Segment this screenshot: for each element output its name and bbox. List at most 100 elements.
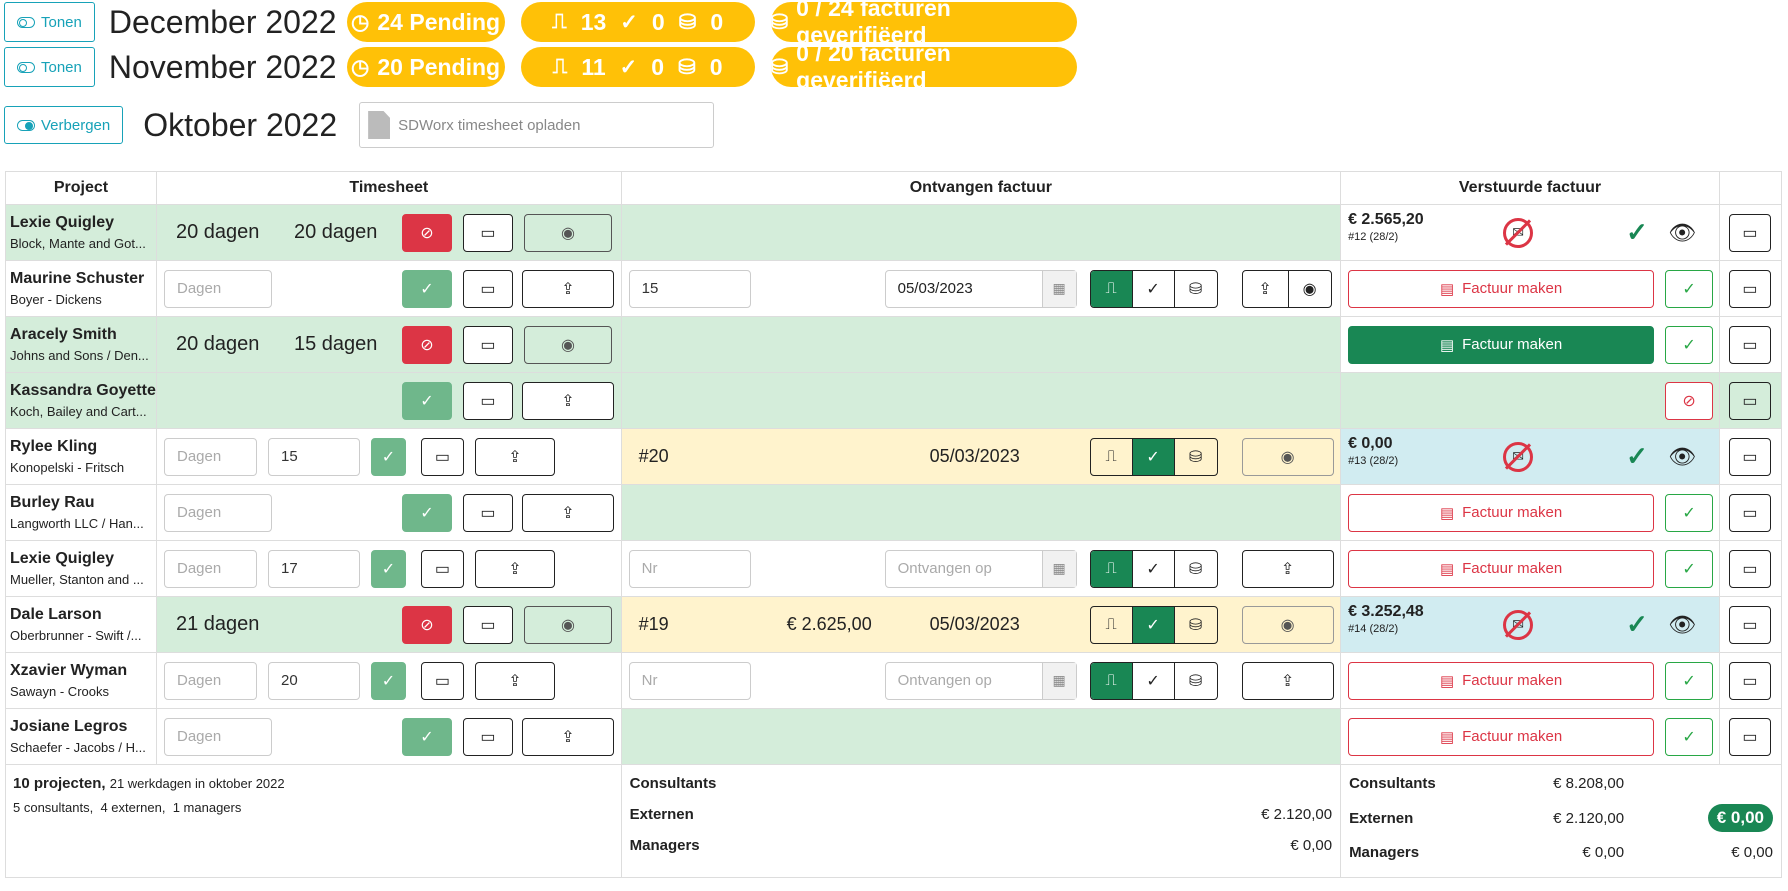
approve-button[interactable]: ✓ [1665,493,1714,532]
create-invoice-button[interactable]: ▤ Factuur maken [1348,325,1655,364]
create-invoice-button[interactable]: ▤ Factuur maken [1348,269,1655,308]
coins-icon[interactable]: ⛁ [1175,439,1217,475]
view-button[interactable]: ◉ [1241,605,1334,644]
comment-button[interactable]: ▭ [462,269,513,308]
create-invoice-button[interactable]: ▤ Factuur maken [1348,717,1655,756]
days-input[interactable]: Dagen [163,661,257,700]
coins-icon[interactable]: ⛁ [1175,551,1217,587]
reject-button[interactable]: ⊘ [401,605,452,644]
comment-button[interactable]: ▭ [1728,269,1771,308]
eye-icon[interactable]: 👁 [1668,444,1696,470]
comment-button[interactable]: ▭ [1728,437,1771,476]
days-input[interactable]: Dagen [163,437,257,476]
invoice-nr-input[interactable]: Nr [628,549,751,588]
days-input[interactable]: Dagen [163,549,257,588]
approve-button[interactable]: ✓ [1665,549,1714,588]
view-button[interactable]: ◉ [523,213,612,252]
approve-button[interactable]: ✓ [1665,661,1714,700]
check-icon[interactable]: ✓ [1133,270,1175,307]
eye-icon[interactable]: 👁 [1668,220,1696,246]
days-billed-input[interactable]: 15 [267,437,360,476]
days-billed-input[interactable]: 17 [267,549,360,588]
approve-button[interactable]: ✓ [401,381,452,420]
create-invoice-button[interactable]: ▤ Factuur maken [1348,661,1655,700]
invoice-nr-input[interactable]: 15 [628,269,751,308]
check-icon: ✓ [420,392,434,410]
approve-button[interactable]: ✓ [401,269,452,308]
comment-button[interactable]: ▭ [462,717,513,756]
comment-button[interactable]: ▭ [1728,213,1771,252]
comment-button[interactable]: ▭ [420,437,464,476]
received-date-input[interactable]: Ontvangen op ▦ [884,661,1077,700]
coins-icon[interactable]: ⛁ [1175,663,1217,699]
upload-button[interactable]: ⇪ [521,269,614,308]
view-button[interactable]: ◉ [1241,437,1334,476]
approve-button[interactable]: ✓ [370,661,406,700]
inbox-icon[interactable]: ⎍ [1090,550,1133,587]
comment-button[interactable]: ▭ [462,213,513,252]
check-icon[interactable]: ✓ [1132,438,1175,475]
approve-button[interactable]: ✓ [1665,325,1714,364]
eye-icon[interactable]: 👁 [1668,612,1696,638]
check-icon[interactable]: ✓ [1133,550,1175,587]
comment-button[interactable]: ▭ [1728,661,1771,700]
approve-button[interactable]: ✓ [401,493,452,532]
eye-icon[interactable]: ◉ [1289,271,1331,307]
reject-button[interactable]: ⊘ [401,213,452,252]
comment-button[interactable]: ▭ [462,325,513,364]
received-date-input[interactable]: 05/03/2023 ▦ [884,269,1077,308]
approve-button[interactable]: ✓ [370,549,406,588]
check-icon: ✓ [620,10,638,34]
coins-icon[interactable]: ⛁ [1175,607,1217,643]
comment-button[interactable]: ▭ [1728,549,1771,588]
upload-button[interactable]: ⇪ [474,437,555,476]
upload-button[interactable]: ⇪ [474,661,555,700]
upload-button[interactable]: ⇪ [521,493,614,532]
toggle-button-november[interactable]: Tonen [4,47,95,87]
inbox-icon[interactable]: ⎍ [1090,662,1133,699]
toggle-button-october[interactable]: Verbergen [4,106,124,144]
comment-button[interactable]: ▭ [462,605,513,644]
create-invoice-button[interactable]: ▤ Factuur maken [1348,549,1655,588]
approve-button[interactable]: ✓ [401,717,452,756]
approve-button[interactable]: ✓ [370,437,406,476]
file-actions-group: ⇪ ◉ [1241,269,1332,308]
inbox-icon[interactable]: ⎍ [1091,606,1133,643]
comment-button[interactable]: ▭ [462,381,513,420]
comment-button[interactable]: ▭ [462,493,513,532]
comment-button[interactable]: ▭ [1728,605,1771,644]
comment-button[interactable]: ▭ [1728,493,1771,532]
received-date-input[interactable]: Ontvangen op ▦ [884,549,1077,588]
days-input[interactable]: Dagen [163,493,272,532]
upload-button[interactable]: ⇪ [1241,661,1334,700]
days-input[interactable]: Dagen [163,269,272,308]
upload-button[interactable]: ⇪ [521,717,614,756]
days-billed-input[interactable]: 20 [267,661,360,700]
inbox-icon[interactable]: ⎍ [1090,270,1133,307]
reject-button[interactable]: ⊘ [1665,381,1714,420]
comment-button[interactable]: ▭ [1728,717,1771,756]
upload-button[interactable]: ⇪ [521,381,614,420]
upload-button[interactable]: ⇪ [1241,549,1334,588]
check-icon[interactable]: ✓ [1132,606,1175,643]
comment-button[interactable]: ▭ [1728,381,1771,420]
approve-button[interactable]: ✓ [1665,717,1714,756]
create-invoice-button[interactable]: ▤ Factuur maken [1348,493,1655,532]
invoice-nr-input[interactable]: Nr [628,661,751,700]
toggle-button-december[interactable]: Tonen [4,2,95,42]
comment-button[interactable]: ▭ [420,661,464,700]
check-icon[interactable]: ✓ [1133,662,1175,699]
timesheet-upload-input[interactable]: SDWorx timesheet opladen [359,102,715,148]
upload-icon[interactable]: ⇪ [1243,270,1289,307]
view-button[interactable]: ◉ [523,605,612,644]
approve-button[interactable]: ✓ [1665,269,1714,308]
inbox-icon[interactable]: ⎍ [1091,438,1133,475]
comment-button[interactable]: ▭ [1728,325,1771,364]
upload-button[interactable]: ⇪ [474,549,555,588]
days-input[interactable]: Dagen [163,717,272,756]
comment-button[interactable]: ▭ [420,549,464,588]
reject-button[interactable]: ⊘ [401,325,452,364]
coins-icon[interactable]: ⛁ [1175,271,1217,307]
project-company: Sawayn - Crooks [10,684,109,699]
view-button[interactable]: ◉ [523,325,612,364]
